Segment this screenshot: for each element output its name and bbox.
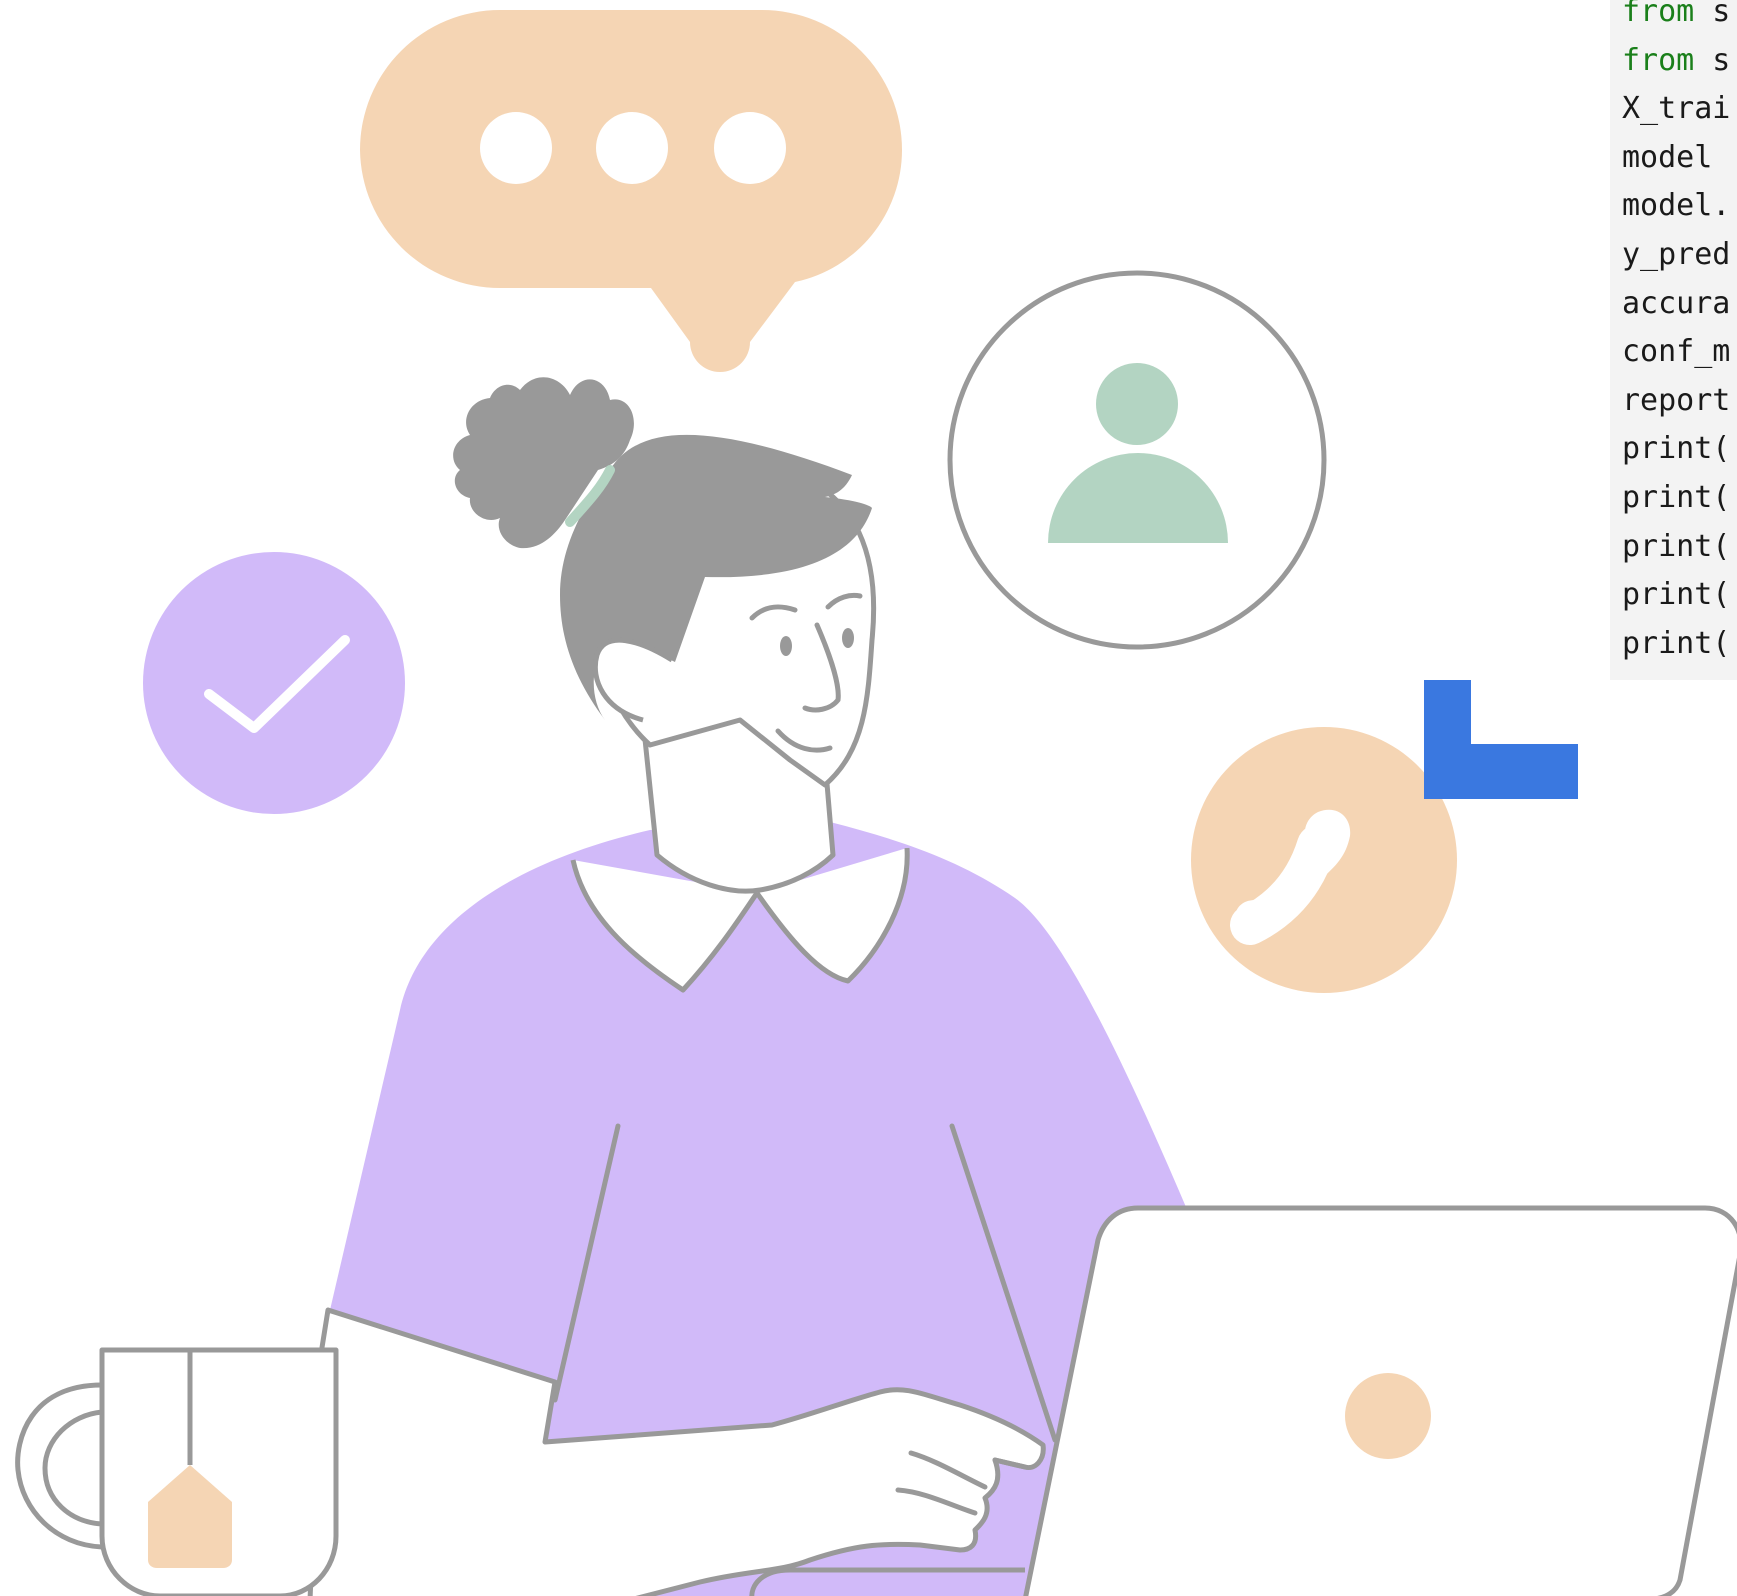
- tea-mug: [15, 1347, 339, 1596]
- code-line: y_pred: [1622, 231, 1737, 280]
- code-line: print(: [1622, 571, 1737, 620]
- code-text: s: [1694, 42, 1731, 78]
- code-line: conf_m: [1622, 328, 1737, 377]
- code-text: report: [1622, 382, 1731, 418]
- code-line: accura: [1622, 280, 1737, 329]
- user-profile-icon: [947, 270, 1327, 650]
- code-text: accura: [1622, 285, 1731, 321]
- code-keyword: from: [1622, 42, 1695, 78]
- code-text: print(: [1622, 577, 1731, 613]
- code-text: model: [1622, 139, 1731, 175]
- code-text: conf_m: [1622, 334, 1731, 370]
- code-line: model: [1622, 134, 1737, 183]
- code-text: print(: [1622, 479, 1731, 515]
- phone-icon: [1191, 727, 1457, 993]
- woman-head: [453, 377, 877, 788]
- code-line: print(: [1622, 425, 1737, 474]
- code-text: s: [1694, 0, 1731, 29]
- code-keyword: from: [1622, 0, 1695, 29]
- code-line: report: [1622, 377, 1737, 426]
- code-text: print(: [1622, 625, 1731, 661]
- code-line: model.: [1622, 182, 1737, 231]
- code-line: print(: [1622, 620, 1737, 669]
- code-text: X_trai: [1622, 91, 1731, 127]
- code-line: from s: [1622, 0, 1737, 37]
- code-text: print(: [1622, 431, 1731, 467]
- cursor-corner-icon: [1424, 680, 1578, 799]
- code-text: print(: [1622, 528, 1731, 564]
- checkmark-icon: [143, 552, 405, 814]
- code-line: print(: [1622, 523, 1737, 572]
- code-line: print(: [1622, 474, 1737, 523]
- illustration-scene: [15, 10, 1737, 1596]
- code-line: from s: [1622, 37, 1737, 86]
- code-text: y_pred: [1622, 236, 1731, 272]
- code-text: model.: [1622, 188, 1731, 224]
- chat-bubble-icon: [360, 10, 902, 372]
- laptop-logo-icon: [1345, 1373, 1431, 1459]
- code-line: X_trai: [1622, 85, 1737, 134]
- code-snippet-panel: from s from s X_trai model model. y_pred accu…: [1610, 0, 1737, 680]
